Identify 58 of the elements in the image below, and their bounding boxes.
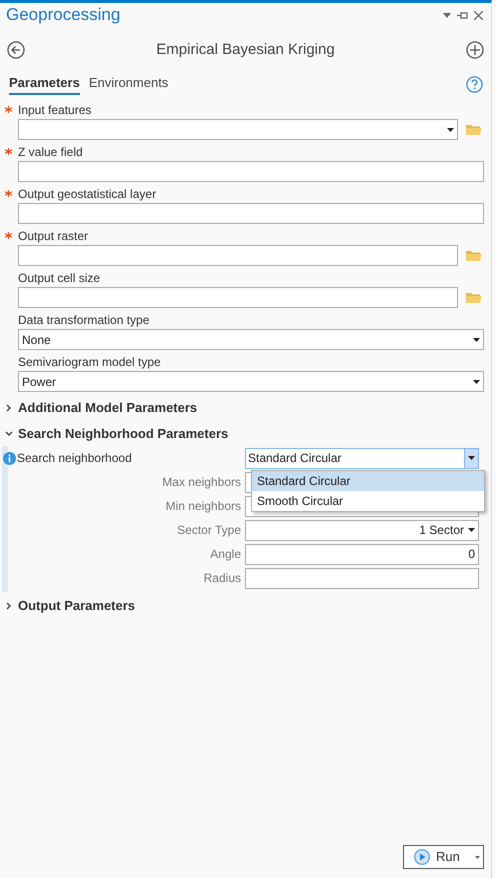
dropdown-field[interactable]: 1 Sector bbox=[245, 520, 479, 540]
field-label: Output cell size bbox=[18, 270, 100, 286]
pin-icon[interactable] bbox=[457, 10, 468, 20]
caret-icon bbox=[468, 528, 475, 532]
field-label: Output geostatistical layer bbox=[18, 186, 156, 202]
dropdown-field[interactable] bbox=[18, 119, 458, 140]
required-icon bbox=[5, 190, 12, 197]
input-field[interactable] bbox=[18, 287, 458, 308]
input-field[interactable] bbox=[18, 245, 458, 266]
dropdown-field[interactable]: None bbox=[18, 329, 484, 350]
caret-icon bbox=[464, 448, 478, 468]
section-header[interactable]: Search Neighborhood Parameters bbox=[0, 422, 491, 446]
menu-item[interactable]: Standard Circular bbox=[252, 471, 484, 491]
back-button[interactable] bbox=[7, 41, 25, 59]
field-label: Input features bbox=[18, 102, 92, 118]
input-field[interactable]: 0 bbox=[245, 544, 479, 564]
folder-icon[interactable] bbox=[465, 291, 482, 304]
menu-item[interactable]: Smooth Circular bbox=[252, 491, 484, 511]
play-icon bbox=[414, 849, 430, 865]
field-label: Semivariogram model type bbox=[18, 354, 161, 370]
field-label: Angle bbox=[209, 546, 242, 563]
dropdown-icon[interactable] bbox=[443, 12, 451, 18]
folder-icon[interactable] bbox=[465, 123, 482, 136]
tool-title: Empirical Bayesian Kriging bbox=[155, 40, 336, 60]
caret-icon bbox=[475, 856, 480, 858]
required-icon bbox=[5, 148, 12, 155]
tab[interactable]: Parameters bbox=[9, 72, 80, 96]
caret-icon bbox=[473, 338, 480, 342]
field-label: Radius bbox=[202, 570, 242, 587]
tab[interactable]: Environments bbox=[88, 72, 168, 96]
dropdown-field[interactable]: Standard Circular bbox=[245, 448, 479, 468]
input-field[interactable] bbox=[18, 161, 484, 182]
field-label: Data transformation type bbox=[18, 312, 150, 328]
window-title: Geoprocessing bbox=[6, 4, 120, 26]
chevron-right-icon bbox=[6, 404, 12, 412]
info-icon bbox=[3, 452, 16, 464]
field-label: Z value field bbox=[18, 144, 83, 160]
caret-icon bbox=[447, 128, 454, 132]
close-icon[interactable] bbox=[474, 10, 483, 20]
help-icon[interactable] bbox=[466, 76, 483, 92]
section-header[interactable]: Additional Model Parameters bbox=[0, 396, 491, 420]
chevron-down-icon bbox=[5, 431, 13, 437]
run-button[interactable]: Run bbox=[403, 845, 484, 869]
folder-icon[interactable] bbox=[465, 249, 482, 262]
required-icon bbox=[5, 232, 12, 239]
input-field[interactable] bbox=[245, 568, 479, 588]
field-label: Search neighborhood bbox=[17, 450, 133, 467]
add-button[interactable] bbox=[466, 41, 484, 59]
required-icon bbox=[5, 106, 12, 113]
input-field[interactable] bbox=[18, 203, 484, 224]
field-label: Output raster bbox=[18, 228, 88, 244]
dropdown-field[interactable]: Power bbox=[18, 371, 484, 392]
field-label: Min neighbors bbox=[164, 498, 242, 515]
field-label: Max neighbors bbox=[161, 474, 242, 491]
caret-icon bbox=[473, 380, 480, 384]
field-label: Sector Type bbox=[176, 522, 242, 539]
chevron-right-icon bbox=[6, 602, 12, 610]
section-header[interactable]: Output Parameters bbox=[0, 594, 491, 618]
